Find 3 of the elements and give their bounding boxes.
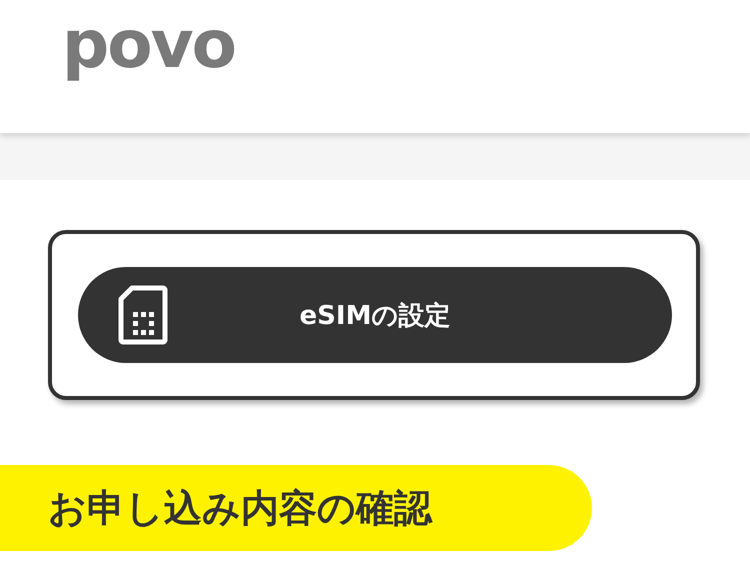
- section-title: お申し込み内容の確認: [0, 465, 592, 551]
- sim-card-icon: [118, 285, 168, 345]
- esim-settings-button[interactable]: eSIMの設定: [78, 267, 672, 363]
